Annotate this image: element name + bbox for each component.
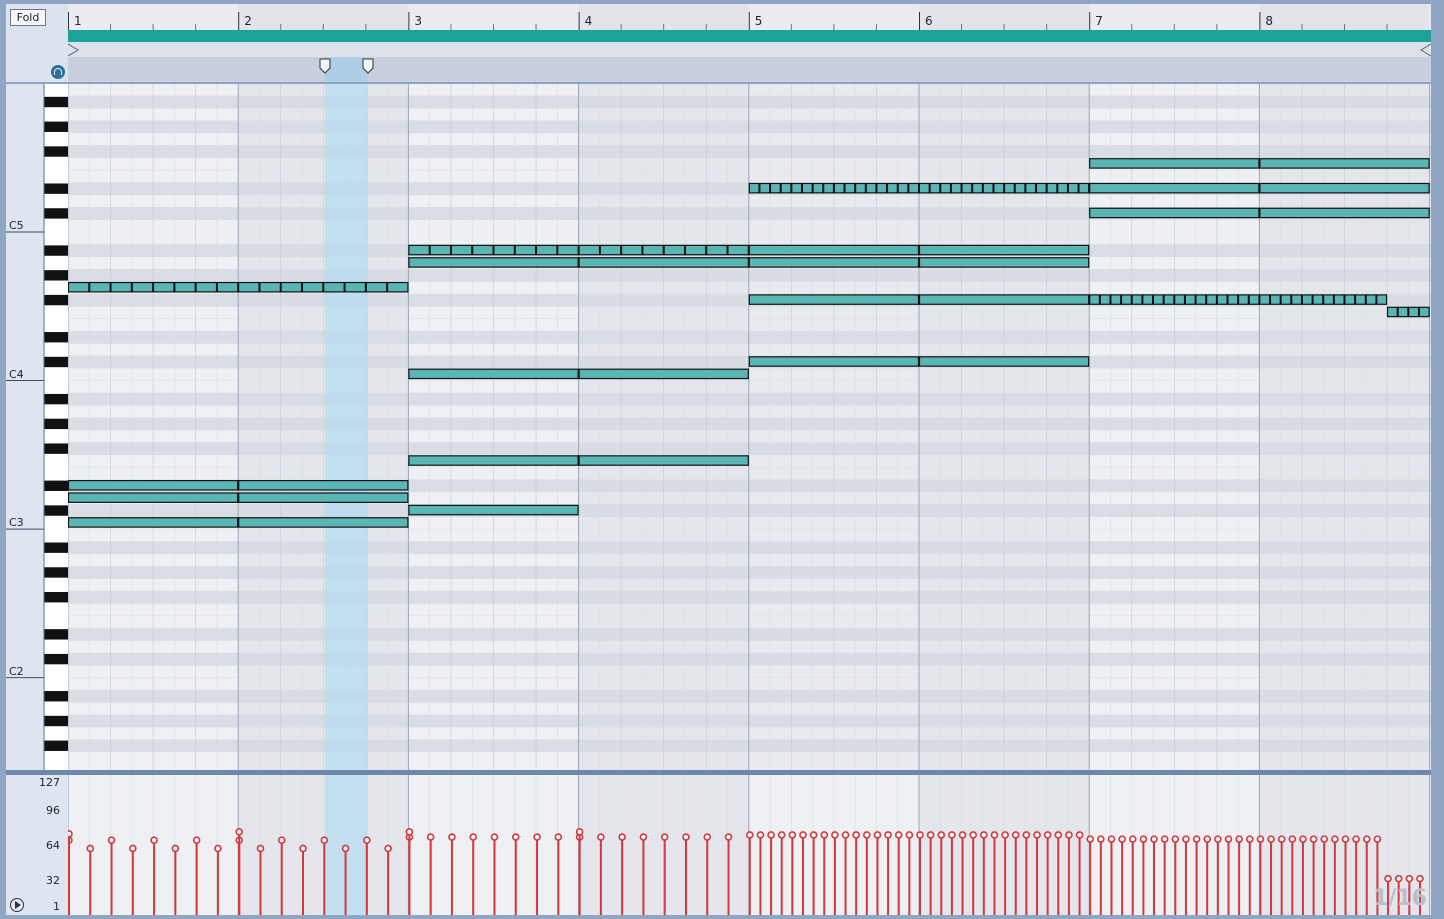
midi-note <box>68 480 239 491</box>
velocity-axis-label: 64 <box>46 839 60 852</box>
editor-corner-panel: Fold <box>6 4 68 82</box>
midi-note <box>68 492 239 503</box>
grid-quantization-label: 1/16 <box>1373 886 1427 911</box>
midi-note <box>918 356 1090 367</box>
fold-button[interactable]: Fold <box>10 9 46 26</box>
velocity-axis-label: 96 <box>46 804 60 817</box>
midi-note <box>748 257 920 268</box>
black-key <box>44 356 68 368</box>
octave-label-c5: C5 <box>9 219 24 232</box>
bar-number: 3 <box>414 14 422 28</box>
black-key <box>44 146 68 157</box>
midi-note <box>748 182 1090 194</box>
black-key <box>44 505 68 516</box>
velocity-axis-label: 1 <box>53 900 60 913</box>
velocity-axis: 127 96 64 32 1 <box>6 775 68 915</box>
octave-label-c3: C3 <box>9 516 24 529</box>
midi-note <box>1089 182 1260 194</box>
black-key <box>44 653 68 665</box>
bar-number: 2 <box>244 14 252 28</box>
black-key <box>44 715 68 727</box>
black-key <box>44 294 68 306</box>
midi-note <box>1259 207 1430 219</box>
midi-note <box>1259 182 1430 194</box>
black-key <box>44 592 68 603</box>
midi-note <box>68 517 239 528</box>
midi-note <box>238 517 409 528</box>
loop-strip[interactable] <box>68 42 1431 57</box>
black-key <box>44 740 68 751</box>
midi-note <box>748 356 920 367</box>
loop-brace[interactable] <box>68 30 1431 42</box>
piano-roll-editor: Fold 12345678 127 96 64 32 1 1/16 C5 C4 … <box>0 0 1444 919</box>
midi-note <box>408 244 749 256</box>
black-key <box>44 208 68 219</box>
marker-lane[interactable] <box>68 57 1431 82</box>
midi-note <box>408 504 579 516</box>
midi-note <box>748 244 920 256</box>
bar-number: 5 <box>755 14 763 28</box>
black-key <box>44 629 68 640</box>
midi-note <box>748 294 920 305</box>
black-key <box>44 96 68 108</box>
black-key <box>44 480 68 491</box>
black-key <box>44 567 68 578</box>
headphones-icon[interactable] <box>51 65 65 79</box>
black-key <box>44 183 68 194</box>
loop-start-icon <box>68 43 79 57</box>
bar-number: 6 <box>925 14 933 28</box>
black-key <box>44 245 68 256</box>
velocity-axis-label: 32 <box>46 874 60 887</box>
midi-note <box>1386 306 1430 318</box>
black-key <box>44 443 68 454</box>
midi-note <box>1089 207 1260 219</box>
midi-note <box>1089 294 1388 305</box>
midi-note <box>918 257 1090 268</box>
black-key <box>44 121 68 132</box>
midi-note <box>408 455 579 466</box>
black-key <box>44 270 68 281</box>
midi-note <box>238 492 409 503</box>
octave-label-c4: C4 <box>9 368 24 381</box>
black-key <box>44 418 68 430</box>
midi-note <box>238 480 409 491</box>
midi-note <box>1089 158 1260 169</box>
midi-note <box>408 368 579 380</box>
midi-note <box>918 244 1090 256</box>
midi-note <box>918 294 1090 305</box>
bar-number: 8 <box>1265 14 1273 28</box>
velocity-axis-label: 127 <box>39 776 60 789</box>
selection-range <box>325 57 368 82</box>
velocity-lane[interactable] <box>68 775 1431 915</box>
bar-number: 4 <box>585 14 593 28</box>
play-icon[interactable] <box>10 898 24 912</box>
midi-note <box>578 455 749 466</box>
black-key <box>44 691 68 702</box>
black-key <box>44 393 68 405</box>
octave-label-c2: C2 <box>9 665 24 678</box>
midi-note <box>408 257 579 268</box>
bar-ruler[interactable]: 1 2 3 4 5 6 7 8 <box>68 4 1431 30</box>
black-key <box>44 542 68 553</box>
bar-number: 7 <box>1095 14 1103 28</box>
note-grid[interactable] <box>68 84 1431 770</box>
midi-note <box>68 281 409 293</box>
selection-range <box>325 84 368 770</box>
loop-end-icon <box>1420 43 1431 57</box>
black-key <box>44 332 68 343</box>
midi-note <box>578 368 749 380</box>
midi-note <box>578 257 749 268</box>
bar-number: 1 <box>74 14 82 28</box>
midi-note <box>1259 158 1430 169</box>
